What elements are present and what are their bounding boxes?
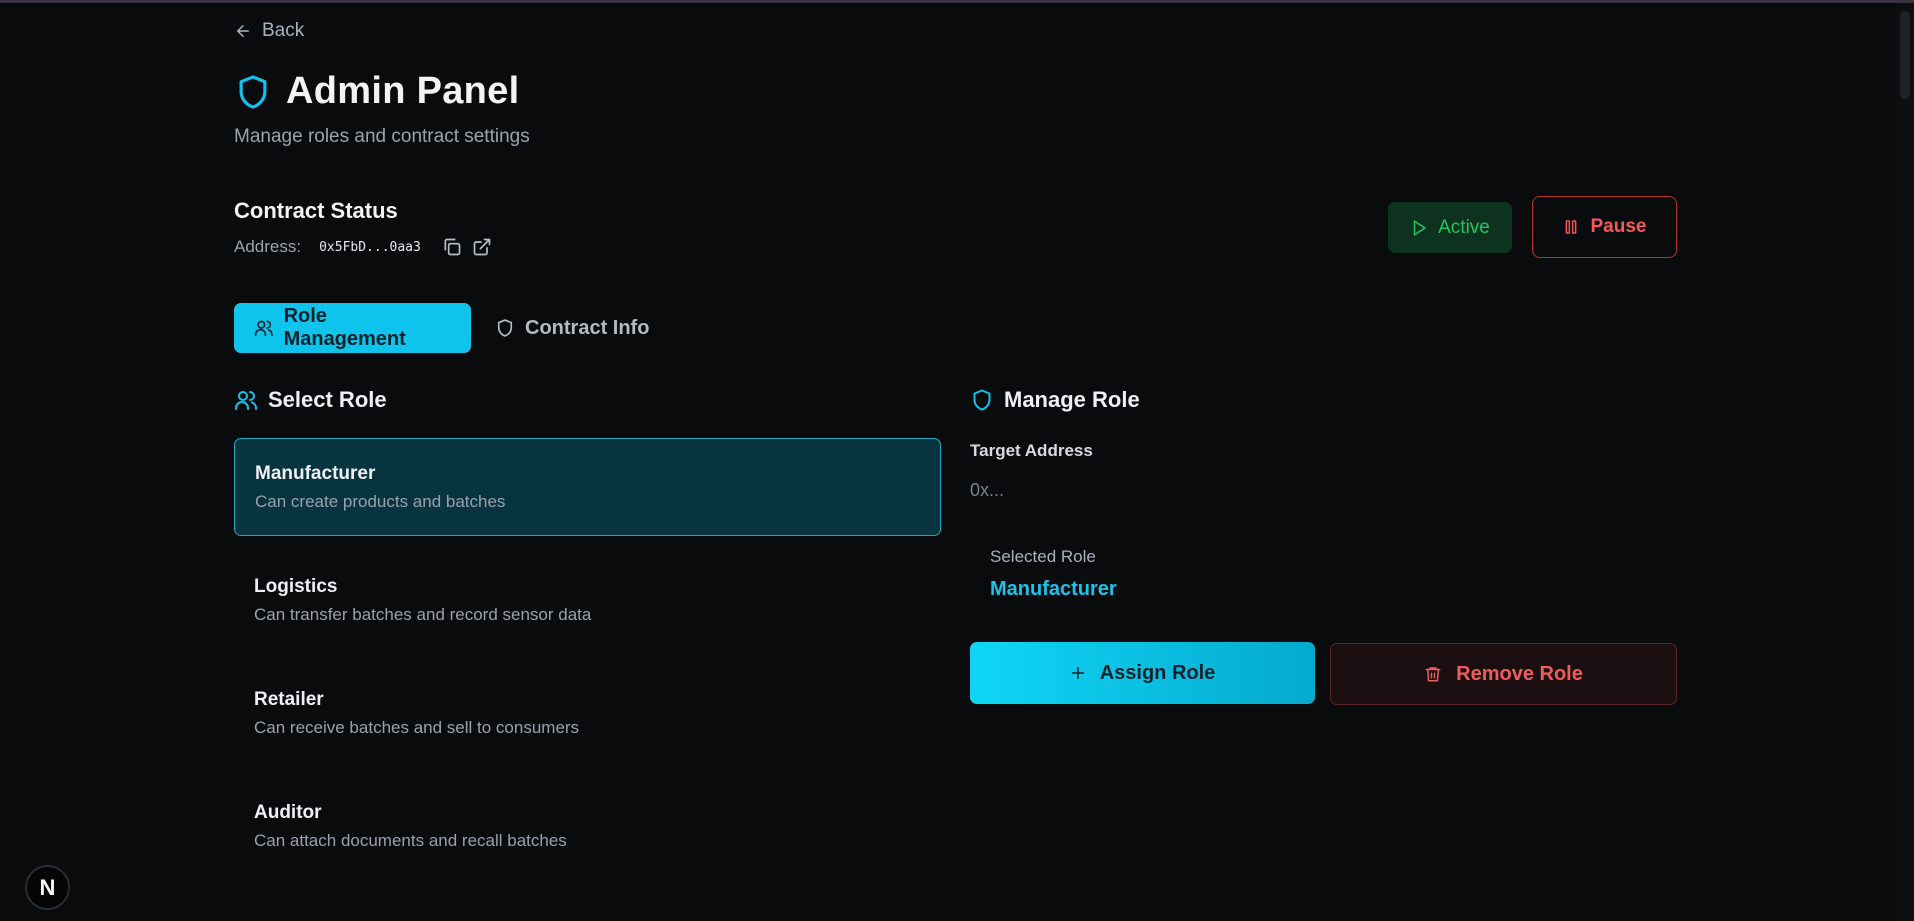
tab-contract-info-label: Contract Info <box>525 316 650 339</box>
address-label: Address: <box>234 237 302 256</box>
tab-contract-info[interactable]: Contract Info <box>485 303 669 353</box>
contract-status-title: Contract Status <box>234 198 398 223</box>
select-role-heading: Select Role <box>234 387 387 413</box>
tab-bar: Role Management Contract Info <box>234 303 669 353</box>
admin-page: Back Admin Panel Manage roles and contra… <box>234 0 1677 921</box>
external-link-icon <box>473 238 491 256</box>
pause-label: Pause <box>1590 216 1647 237</box>
role-description: Can attach documents and recall batches <box>254 830 567 850</box>
shield-icon <box>497 319 513 337</box>
role-option-logistics[interactable]: Logistics Can transfer batches and recor… <box>234 551 941 649</box>
role-description: Can receive batches and sell to consumer… <box>254 717 580 737</box>
nextjs-dev-badge[interactable]: N <box>25 865 70 910</box>
active-label: Active <box>1438 216 1490 238</box>
page-subtitle: Manage roles and contract settings <box>234 126 530 147</box>
target-address-input[interactable] <box>970 472 1677 508</box>
contract-address-row: Address: 0x5FbD...0aa3 <box>234 236 493 258</box>
pause-button[interactable]: Pause <box>1532 196 1677 258</box>
selected-role-value: Manufacturer <box>990 578 1117 600</box>
role-option-retailer[interactable]: Retailer Can receive batches and sell to… <box>234 664 941 762</box>
target-address-label: Target Address <box>970 441 1093 460</box>
address-actions <box>441 236 493 258</box>
pause-icon <box>1565 220 1576 234</box>
role-name: Manufacturer <box>255 462 376 484</box>
tab-role-management[interactable]: Role Management <box>234 303 471 353</box>
open-explorer-button[interactable] <box>471 236 493 258</box>
back-label: Back <box>262 20 305 41</box>
role-name: Auditor <box>254 801 322 823</box>
remove-role-label: Remove Role <box>1456 662 1583 685</box>
role-description: Can create products and batches <box>255 491 506 511</box>
role-list: Manufacturer Can create products and bat… <box>234 438 941 890</box>
play-icon <box>1413 220 1426 235</box>
select-role-title: Select Role <box>268 387 387 412</box>
role-description: Can transfer batches and record sensor d… <box>254 604 592 624</box>
tab-role-management-label: Role Management <box>283 305 406 350</box>
manage-role-title: Manage Role <box>1004 387 1140 412</box>
remove-role-button[interactable]: Remove Role <box>1330 643 1677 705</box>
trash-icon <box>1425 667 1441 682</box>
assign-role-label: Assign Role <box>1099 661 1216 684</box>
scrollbar-thumb[interactable] <box>1900 11 1910 99</box>
users-icon <box>254 320 273 337</box>
plus-icon <box>1071 666 1084 680</box>
assign-role-button[interactable]: Assign Role <box>970 642 1315 704</box>
arrow-left-icon <box>237 25 249 37</box>
page-scrollbar[interactable] <box>1896 3 1914 921</box>
role-option-manufacturer[interactable]: Manufacturer Can create products and bat… <box>234 438 941 536</box>
page-title-row: Admin Panel <box>234 70 519 113</box>
badge-label: N <box>39 874 56 900</box>
shield-icon <box>239 74 267 109</box>
back-link[interactable]: Back <box>234 20 304 42</box>
copy-icon <box>444 238 461 256</box>
users-icon <box>235 391 257 410</box>
role-name: Retailer <box>254 688 324 710</box>
active-button[interactable]: Active <box>1388 202 1512 253</box>
selected-role-label: Selected Role <box>990 547 1096 566</box>
role-option-auditor[interactable]: Auditor Can attach documents and recall … <box>234 777 941 875</box>
page-title: Admin Panel <box>286 70 520 112</box>
manage-role-heading: Manage Role <box>970 387 1140 413</box>
copy-address-button[interactable] <box>441 236 463 258</box>
address-value: 0x5FbD...0aa3 <box>319 239 421 255</box>
role-name: Logistics <box>254 575 338 597</box>
shield-icon <box>973 389 991 411</box>
